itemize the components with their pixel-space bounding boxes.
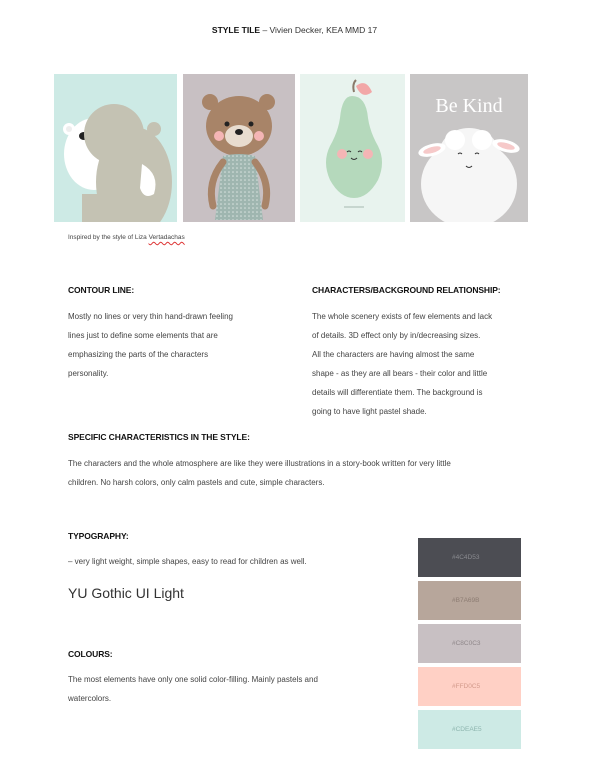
characters-line: details will differentiate them. The bac… [312, 388, 483, 397]
contour-line: personality. [68, 369, 109, 378]
page-title: STYLE TILE – Vivien Decker, KEA MMD 17 [0, 25, 589, 35]
inspiration-caption: Inspired by the style of Liza Vertadacha… [68, 234, 185, 241]
contour-paragraph: Mostly no lines or very thin hand-drawn … [68, 307, 288, 383]
be-kind-text: Be Kind [435, 95, 502, 117]
artwork-brown-bear-image [183, 74, 295, 222]
contour-line: emphasizing the parts of the characters [68, 350, 209, 359]
page-title-bold: STYLE TILE [211, 25, 261, 35]
colours-line: watercolors. [68, 694, 112, 703]
swatch-hex-label: #C8C0C3 [452, 640, 481, 647]
contour-line: lines just to define some elements that … [68, 331, 218, 340]
caption-prefix: Inspired by the style of Liza [68, 234, 149, 241]
characters-line: shape - as they are all bears - their co… [312, 369, 488, 378]
specific-line: The characters and the whole atmosphere … [68, 459, 451, 468]
swatch-hex-label: #FFD0C5 [452, 683, 481, 690]
caption-artist-name: Vertadachas [148, 234, 185, 241]
colours-line: The most elements have only one solid co… [68, 675, 318, 684]
artwork-bears-image [54, 74, 177, 222]
characters-line: going to have light pastel shade. [312, 407, 427, 416]
contour-heading: CONTOUR LINE: [68, 285, 135, 295]
characters-line: The whole scenery exists of few elements… [312, 312, 493, 321]
specific-heading: SPECIFIC CHARACTERISTICS IN THE STYLE: [68, 432, 250, 442]
characters-paragraph: The whole scenery exists of few elements… [312, 307, 542, 421]
typography-sample: YU Gothic UI Light [68, 585, 184, 601]
color-swatch: #FFD0C5 [418, 667, 521, 706]
characters-heading: CHARACTERS/BACKGROUND RELATIONSHIP: [312, 285, 501, 295]
page-title-rest: – Vivien Decker, KEA MMD 17 [260, 25, 378, 35]
color-swatch: #4C4D53 [418, 538, 521, 577]
color-swatch: #B7A69B [418, 581, 521, 620]
swatch-hex-label: #4C4D53 [452, 554, 480, 561]
swatch-hex-label: #B7A69B [452, 597, 480, 604]
color-swatch: #C8C0C3 [418, 624, 521, 663]
specific-line: children. No harsh colors, only calm pas… [68, 478, 325, 487]
typography-heading: TYPOGRAPHY: [68, 531, 129, 541]
specific-paragraph: The characters and the whole atmosphere … [68, 454, 538, 492]
characters-line: of details. 3D effect only by in/decreas… [312, 331, 481, 340]
artwork-pear-image [300, 74, 405, 222]
color-swatch: #CDEAE5 [418, 710, 521, 749]
swatch-hex-label: #CDEAE5 [452, 726, 482, 733]
typography-text: – very light weight, simple shapes, easy… [68, 557, 307, 566]
artwork-sheep-image: Be Kind [410, 74, 528, 222]
contour-line: Mostly no lines or very thin hand-drawn … [68, 312, 233, 321]
colours-heading: COLOURS: [68, 649, 113, 659]
characters-line: All the characters are having almost the… [312, 350, 475, 359]
colours-paragraph: The most elements have only one solid co… [68, 670, 388, 708]
